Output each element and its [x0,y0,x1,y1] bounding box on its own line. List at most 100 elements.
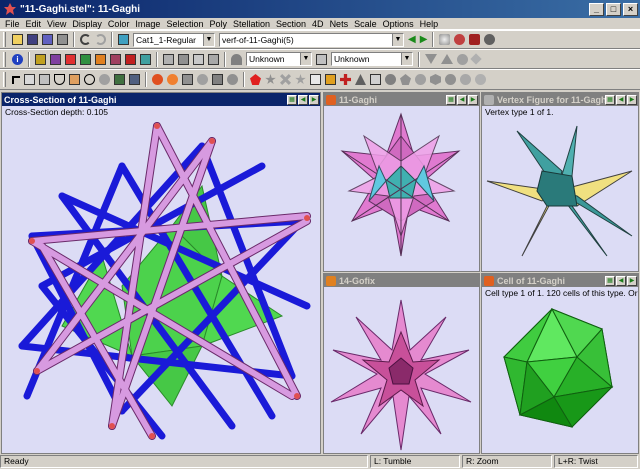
faces-icon[interactable] [50,53,61,65]
pentagon-gray-icon[interactable] [400,74,411,85]
filter-select-1[interactable]: Unknown ▼ [246,52,312,66]
menu-image[interactable]: Image [132,19,163,29]
section-icon[interactable] [129,74,140,85]
target-icon[interactable] [84,74,95,85]
menu-color[interactable]: Color [105,19,133,29]
gofix-canvas[interactable] [324,287,479,453]
circle-gray-icon[interactable] [415,74,426,85]
brush-icon[interactable] [470,53,482,65]
cell-canvas[interactable]: Cell type 1 of 1. 120 cells of this type… [482,287,638,453]
vertices-icon[interactable] [95,53,106,65]
close-button[interactable]: × [623,2,638,16]
texture-icon[interactable] [208,53,219,65]
gear-icon[interactable] [99,74,110,85]
model-canvas[interactable] [324,106,479,271]
triangle-down-icon[interactable] [425,54,437,64]
menu-edit[interactable]: Edit [23,19,45,29]
save-icon[interactable] [27,34,38,45]
save-all-icon[interactable] [42,34,53,45]
minimize-button[interactable]: _ [589,2,604,16]
chevron-down-icon[interactable]: ▼ [392,33,403,46]
icosahedron-icon[interactable] [460,74,471,85]
menu-nets[interactable]: Nets [327,19,352,29]
maximize-button[interactable]: □ [606,2,621,16]
wireframe-icon[interactable] [140,53,151,65]
pane-tile-icon[interactable]: ▦ [605,94,615,105]
pane-next-icon[interactable]: ▶ [468,94,478,105]
pane-prev-icon[interactable]: ◀ [616,94,626,105]
pentagon-icon[interactable] [250,74,261,85]
lock-icon[interactable] [35,53,46,65]
hexagon-icon[interactable] [430,74,441,85]
vertex-figure-canvas[interactable]: Vertex type 1 of 1. [482,106,638,271]
facet-icon[interactable] [167,74,178,85]
rotate-icon[interactable] [39,74,50,85]
pane-tile-icon[interactable]: ▦ [446,94,456,105]
hand-icon[interactable] [54,74,65,85]
shade-icon[interactable] [193,53,204,65]
filter-select-2[interactable]: Unknown ▼ [331,52,413,66]
dodecahedron-icon[interactable] [445,74,456,85]
triangle-up-icon[interactable] [441,54,453,64]
chevron-down-icon[interactable]: ▼ [401,53,412,65]
dual-icon[interactable] [182,74,193,85]
grid-icon[interactable] [370,74,381,85]
menu-stellation[interactable]: Stellation [230,19,273,29]
model-view-icon[interactable] [439,34,451,45]
net-icon[interactable] [114,74,125,85]
select-icon[interactable] [24,74,35,85]
cube-gray-icon[interactable] [163,53,174,65]
pane-prev-icon[interactable]: ◀ [457,94,467,105]
plus-cross-icon[interactable] [340,74,351,85]
pane-tile-icon[interactable]: ▦ [605,275,615,286]
star-outline-icon[interactable] [295,74,306,85]
menu-poly[interactable]: Poly [206,19,230,29]
pane-next-icon[interactable]: ▶ [627,275,637,286]
dice-icon[interactable] [454,34,466,45]
menu-file[interactable]: File [2,19,23,29]
chevron-down-icon[interactable]: ▼ [203,33,214,46]
info-icon[interactable]: i [12,53,23,65]
color-edges-icon[interactable] [80,53,91,65]
sphere-icon[interactable] [385,74,396,85]
move-icon[interactable] [69,74,80,85]
compass-icon[interactable] [310,74,321,85]
menu-help[interactable]: Help [417,19,442,29]
menu-scale[interactable]: Scale [351,19,380,29]
pane-next-icon[interactable]: ▶ [309,94,319,105]
category-select[interactable]: Cat1_1-Regular ▼ [133,32,215,47]
menu-display[interactable]: Display [69,19,105,29]
pointer-icon[interactable] [12,75,20,84]
pane-tile-icon[interactable]: ▦ [287,94,297,105]
ball-icon[interactable] [475,74,486,85]
undo-icon[interactable] [80,34,91,45]
pane-prev-icon[interactable]: ◀ [616,275,626,286]
random-model-icon[interactable] [469,34,481,45]
menu-selection[interactable]: Selection [163,19,206,29]
pyramid-icon[interactable] [355,74,366,85]
snub-icon[interactable] [227,74,238,85]
menu-4d[interactable]: 4D [309,19,327,29]
model-select[interactable]: verf-of-11-Gaghi(5) ▼ [219,32,404,47]
chevron-down-icon[interactable]: ▼ [300,53,311,65]
cube-dark-icon[interactable] [178,53,189,65]
menu-view[interactable]: View [44,19,69,29]
pane-prev-icon[interactable]: ◀ [298,94,308,105]
settings-icon[interactable] [484,34,496,45]
compound-icon[interactable] [110,53,121,65]
previous-model-icon[interactable]: ◀ [408,34,416,45]
circle-icon[interactable] [457,53,468,65]
cross-section-canvas[interactable]: Cross-Section depth: 0.105 [2,106,320,453]
stellate-icon[interactable] [152,74,163,85]
pane-next-icon[interactable]: ▶ [627,94,637,105]
print-icon[interactable] [57,34,68,45]
cross-x-icon[interactable] [280,74,291,85]
redo-icon[interactable] [95,34,106,45]
highlight-icon[interactable] [325,74,336,85]
color-faces-icon[interactable] [65,53,76,65]
star-icon[interactable] [265,74,276,85]
truncate-icon[interactable] [197,74,208,85]
menu-section[interactable]: Section [273,19,309,29]
expand-icon[interactable] [212,74,223,85]
open-icon[interactable] [12,34,23,45]
